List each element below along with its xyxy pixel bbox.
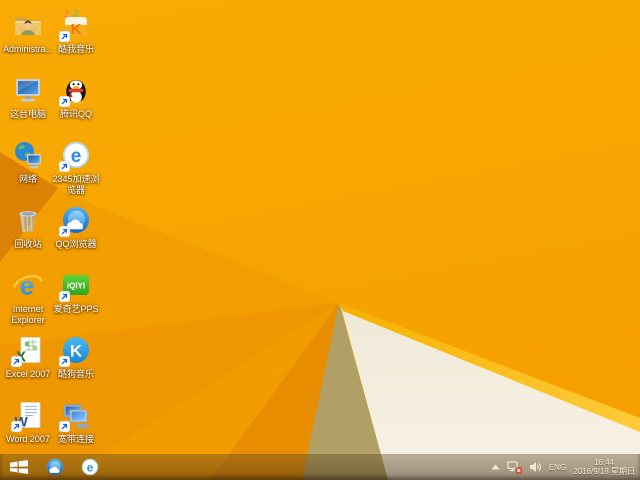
desktop-icon-kuwo-music[interactable]: ♪ ♫ K 酷我音乐 (48, 9, 104, 55)
show-hidden-icons-chevron-icon[interactable] (491, 464, 500, 470)
svg-text:e: e (20, 271, 34, 301)
desktop-icon-tencent-qq[interactable]: 腾讯QQ (48, 74, 104, 120)
start-button[interactable] (0, 454, 38, 480)
shortcut-arrow-icon (11, 421, 22, 432)
desktop-icon-label: 酷狗音乐 (57, 369, 94, 379)
svg-text:e: e (87, 460, 94, 474)
recycle-bin-icon (12, 204, 44, 236)
taskbar-2345-browser-button[interactable]: e (77, 454, 103, 480)
2345-browser-e-icon: e (81, 458, 99, 476)
kugou-music-icon: K (59, 334, 92, 367)
clock-time: 16:44 (594, 458, 615, 467)
2345-browser-e-icon: e (59, 139, 92, 172)
shortcut-arrow-icon (59, 356, 70, 367)
qq-browser-cloud-icon (46, 458, 64, 476)
system-tray: ENG 16:44 2016/9/18 星期日 (491, 454, 640, 480)
windows-start-icon (10, 460, 28, 474)
shortcut-arrow-icon (59, 226, 70, 237)
shortcut-arrow-icon (59, 161, 70, 172)
internet-explorer-icon: e (12, 269, 44, 301)
shortcut-arrow-icon (11, 356, 22, 367)
taskbar-qq-browser-button[interactable] (42, 454, 68, 480)
shortcut-arrow-icon (59, 96, 70, 107)
broadband-connection-icon (59, 399, 92, 432)
desktop-icon-kugou-music[interactable]: K 酷狗音乐 (48, 334, 104, 380)
user-folder-icon (12, 9, 44, 41)
word-icon: W (11, 399, 44, 432)
desktop-icon-broadband[interactable]: 宽带连接 (48, 399, 104, 445)
desktop-icon-label: 腾讯QQ (59, 109, 92, 119)
svg-text:K: K (70, 342, 83, 361)
svg-text:♫: ♫ (72, 9, 79, 18)
taskbar-clock[interactable]: 16:44 2016/9/18 星期日 (573, 458, 635, 476)
svg-text:e: e (71, 146, 82, 167)
shortcut-arrow-icon (59, 421, 70, 432)
desktop-icon-qq-browser[interactable]: QQ浏览器 (48, 204, 104, 250)
this-pc-icon (12, 74, 44, 106)
desktop-icon-label: 宽带连接 (57, 434, 94, 444)
desktop-icon-label: 酷我音乐 (57, 44, 94, 54)
volume-speaker-icon[interactable] (529, 461, 542, 473)
desktop-icon-label: 爱奇艺PPS (53, 304, 99, 314)
excel-icon: X (11, 334, 44, 367)
clock-date: 2016/9/18 星期日 (573, 467, 635, 476)
shortcut-arrow-icon (59, 291, 70, 302)
desktop-icon-label: 2345加速浏览器 (52, 174, 100, 195)
network-globe-icon (12, 139, 44, 171)
tencent-qq-penguin-icon (59, 74, 92, 107)
kuwo-music-icon: ♪ ♫ K (59, 9, 92, 42)
qq-browser-cloud-icon (59, 204, 92, 237)
shortcut-arrow-icon (59, 31, 70, 42)
taskbar: e ENG 16:44 2016/9/18 星期日 (0, 454, 640, 480)
desktop-icon-iqiyi-pps[interactable]: iQIYI 爱奇艺PPS (48, 269, 104, 315)
desktop-icon-2345-browser[interactable]: e 2345加速浏览器 (48, 139, 104, 196)
desktop-icon-label: QQ浏览器 (55, 239, 97, 249)
iqiyi-pps-icon: iQIYI (59, 269, 92, 302)
desktop[interactable]: Administra... ♪ ♫ K 酷我音乐 这台电脑 腾讯QQ 网络 e … (0, 0, 640, 480)
network-disconnected-icon[interactable] (507, 460, 522, 474)
language-indicator[interactable]: ENG (549, 463, 566, 472)
svg-text:iQIYI: iQIYI (67, 282, 85, 291)
svg-text:K: K (71, 21, 82, 38)
